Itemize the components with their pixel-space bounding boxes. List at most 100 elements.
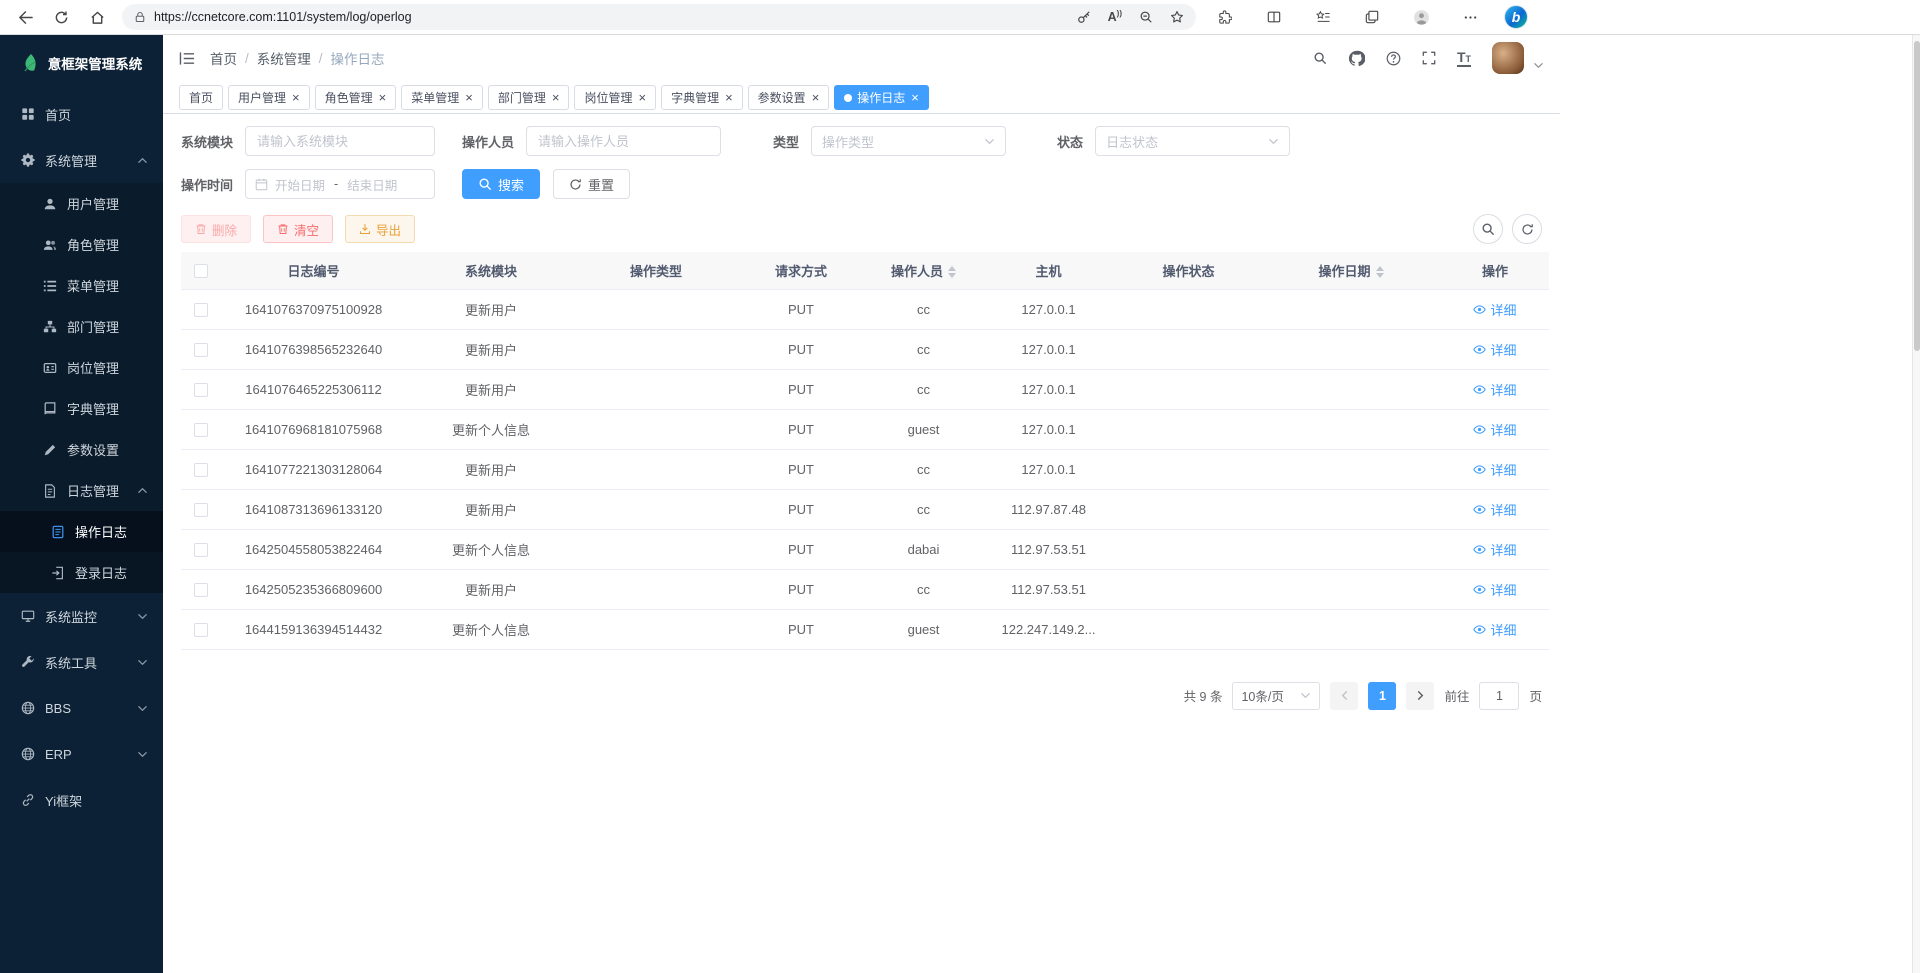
tab-close-icon[interactable]: × <box>725 91 733 104</box>
reset-button[interactable]: 重置 <box>553 169 630 199</box>
row-checkbox[interactable] <box>194 583 208 597</box>
toggle-search-button[interactable] <box>1473 214 1503 244</box>
tab-close-icon[interactable]: × <box>379 91 387 104</box>
clear-button[interactable]: 清空 <box>263 215 333 243</box>
collections-button[interactable] <box>1357 3 1387 31</box>
sidebar-item-system-mgmt[interactable]: 系统管理 <box>0 137 163 183</box>
export-button[interactable]: 导出 <box>345 215 415 243</box>
tab-close-icon[interactable]: × <box>638 91 646 104</box>
detail-link[interactable]: 详细 <box>1473 500 1516 519</box>
module-input[interactable] <box>245 126 435 156</box>
browser-menu-button[interactable] <box>1455 3 1485 31</box>
page-scrollbar[interactable] <box>1912 35 1920 973</box>
browser-refresh-button[interactable] <box>46 3 76 31</box>
search-button[interactable]: 搜索 <box>462 169 540 199</box>
password-key-icon[interactable] <box>1077 10 1091 24</box>
sidebar-item-bbs[interactable]: BBS <box>0 685 163 731</box>
collapse-sidebar-button[interactable] <box>179 51 196 66</box>
sidebar-item-param-settings[interactable]: 参数设置 <box>0 429 163 470</box>
next-page-button[interactable] <box>1406 682 1434 710</box>
address-bar[interactable]: https://ccnetcore.com:1101/system/log/op… <box>122 4 1196 30</box>
github-icon[interactable] <box>1348 50 1365 67</box>
breadcrumb-home[interactable]: 首页 <box>210 48 237 68</box>
goto-page-input[interactable] <box>1479 682 1519 710</box>
sidebar-item-dict-mgmt[interactable]: 字典管理 <box>0 388 163 429</box>
col-header-operator[interactable]: 操作人员 <box>866 252 981 289</box>
detail-link[interactable]: 详细 <box>1473 420 1516 439</box>
tab-close-icon[interactable]: × <box>292 91 300 104</box>
row-checkbox[interactable] <box>194 343 208 357</box>
sidebar-item-log-mgmt[interactable]: 日志管理 <box>0 470 163 511</box>
sort-icon[interactable] <box>948 266 956 278</box>
browser-back-button[interactable] <box>10 3 40 31</box>
detail-link[interactable]: 详细 <box>1473 540 1516 559</box>
select-all-checkbox[interactable] <box>194 264 208 278</box>
sidebar-item-menu-mgmt[interactable]: 菜单管理 <box>0 265 163 306</box>
detail-link[interactable]: 详细 <box>1473 380 1516 399</box>
browser-home-button[interactable] <box>82 3 112 31</box>
tab-menu-mgmt[interactable]: 菜单管理× <box>401 85 483 110</box>
prev-page-button[interactable] <box>1330 682 1358 710</box>
sidebar-item-home[interactable]: 首页 <box>0 91 163 137</box>
browser-profile-button[interactable] <box>1406 3 1436 31</box>
sidebar-item-role-mgmt[interactable]: 角色管理 <box>0 224 163 265</box>
font-size-icon[interactable]: TT <box>1457 50 1471 67</box>
detail-link[interactable]: 详细 <box>1473 340 1516 359</box>
split-screen-button[interactable] <box>1259 3 1289 31</box>
row-checkbox[interactable] <box>194 423 208 437</box>
tab-user-mgmt[interactable]: 用户管理× <box>228 85 310 110</box>
type-select[interactable]: 操作类型 <box>811 126 1006 156</box>
read-aloud-icon[interactable]: A)) <box>1108 9 1122 24</box>
row-checkbox[interactable] <box>194 543 208 557</box>
sort-icon[interactable] <box>1376 266 1384 278</box>
row-checkbox[interactable] <box>194 463 208 477</box>
zoom-icon[interactable] <box>1139 10 1153 24</box>
tab-role-mgmt[interactable]: 角色管理× <box>315 85 397 110</box>
status-select[interactable]: 日志状态 <box>1095 126 1290 156</box>
help-icon[interactable] <box>1386 51 1401 66</box>
sidebar-item-login-log[interactable]: 登录日志 <box>0 552 163 593</box>
sidebar-item-system-tools[interactable]: 系统工具 <box>0 639 163 685</box>
fullscreen-icon[interactable] <box>1422 51 1436 65</box>
copilot-bing-button[interactable]: b <box>1504 5 1528 29</box>
scrollbar-thumb[interactable] <box>1914 41 1920 351</box>
detail-link[interactable]: 详细 <box>1473 620 1516 639</box>
tab-close-icon[interactable]: × <box>911 91 919 104</box>
tab-home[interactable]: 首页 <box>179 85 223 110</box>
sidebar-item-user-mgmt[interactable]: 用户管理 <box>0 183 163 224</box>
page-number-1[interactable]: 1 <box>1368 682 1396 710</box>
sidebar-item-system-monitor[interactable]: 系统监控 <box>0 593 163 639</box>
tab-param-settings[interactable]: 参数设置× <box>748 85 830 110</box>
detail-link[interactable]: 详细 <box>1473 300 1516 319</box>
user-avatar[interactable] <box>1492 42 1524 74</box>
row-checkbox[interactable] <box>194 303 208 317</box>
breadcrumb-system[interactable]: 系统管理 <box>257 48 311 68</box>
tab-dict-mgmt[interactable]: 字典管理× <box>661 85 743 110</box>
tab-close-icon[interactable]: × <box>465 91 473 104</box>
col-header-date[interactable]: 操作日期 <box>1261 252 1441 289</box>
delete-button[interactable]: 删除 <box>181 215 251 243</box>
favorite-star-icon[interactable] <box>1170 10 1184 24</box>
detail-link[interactable]: 详细 <box>1473 460 1516 479</box>
operator-input[interactable] <box>526 126 721 156</box>
tab-close-icon[interactable]: × <box>812 91 820 104</box>
row-checkbox[interactable] <box>194 623 208 637</box>
sidebar-item-erp[interactable]: ERP <box>0 731 163 777</box>
sidebar-item-yi-framework[interactable]: Yi框架 <box>0 777 163 823</box>
page-size-select[interactable]: 10条/页 <box>1232 682 1320 710</box>
tab-oper-log[interactable]: 操作日志× <box>834 85 929 110</box>
extensions-button[interactable] <box>1210 3 1240 31</box>
header-search-icon[interactable] <box>1313 51 1327 65</box>
row-checkbox[interactable] <box>194 503 208 517</box>
avatar-caret-icon[interactable] <box>1533 60 1544 71</box>
sidebar-item-dept-mgmt[interactable]: 部门管理 <box>0 306 163 347</box>
tab-post-mgmt[interactable]: 岗位管理× <box>574 85 656 110</box>
detail-link[interactable]: 详细 <box>1473 580 1516 599</box>
row-checkbox[interactable] <box>194 383 208 397</box>
favorites-bar-button[interactable] <box>1308 3 1338 31</box>
app-logo[interactable]: 意框架管理系统 <box>0 35 163 91</box>
refresh-table-button[interactable] <box>1512 214 1542 244</box>
sidebar-item-oper-log[interactable]: 操作日志 <box>0 511 163 552</box>
tab-close-icon[interactable]: × <box>552 91 560 104</box>
sidebar-item-post-mgmt[interactable]: 岗位管理 <box>0 347 163 388</box>
